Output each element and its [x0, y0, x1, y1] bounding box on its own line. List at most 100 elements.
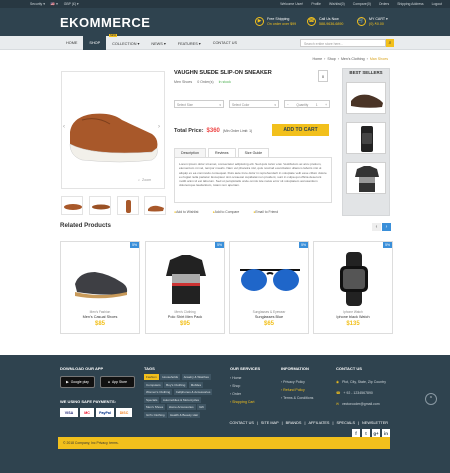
product-main-image[interactable]	[61, 71, 165, 189]
orders-link[interactable]: Orders	[379, 2, 389, 6]
twitter-icon[interactable]: t	[362, 429, 370, 437]
zoom-label: Zoom	[142, 178, 152, 182]
best-seller-item[interactable]	[346, 162, 386, 194]
tag[interactable]: Men's Shoes	[144, 404, 166, 410]
link-contact-us[interactable]: CONTACT US	[230, 421, 254, 425]
tag[interactable]: Specials	[144, 396, 160, 403]
related-product-card[interactable]: 5% Men's Fashion Men's Casual Shoes $85	[60, 241, 140, 334]
breadcrumb-mens-clothing[interactable]: Men's Clothing	[341, 57, 365, 61]
footer-link-shop[interactable]: › Shop	[230, 384, 240, 388]
thumbnail-4[interactable]	[144, 196, 166, 215]
product-name[interactable]: Sunglasses Blue	[230, 315, 308, 319]
breadcrumb-shop[interactable]: Shop	[327, 57, 335, 61]
product-name[interactable]: Iphone black Watch	[314, 315, 392, 319]
compare-link[interactable]: Compare(0)	[353, 2, 371, 6]
tag[interactable]: Girl's Clothing	[144, 411, 167, 418]
best-sellers-title: BEST SELLERS	[349, 70, 383, 75]
tag[interactable]: Automobiles & Motorcycles	[160, 396, 202, 403]
phone-text: + 92 - 1234567890	[343, 391, 373, 395]
safe-payments-title: WE USING SAFE PAYMENTS:	[60, 399, 117, 404]
related-next-arrow[interactable]: ›	[382, 223, 391, 231]
footer-link-refund[interactable]: › Refund Policy	[281, 388, 305, 392]
tag[interactable]: Home Accessories	[166, 404, 196, 410]
nav-home[interactable]: HOME	[60, 36, 83, 50]
related-product-card[interactable]: 5% Sunglasses & Eyewear Sunglasses Blue …	[229, 241, 309, 334]
security-menu[interactable]: Security ▾	[30, 2, 45, 6]
footer-link-privacy[interactable]: › Privacy Policy	[281, 380, 305, 384]
nav-collection[interactable]: COLLECTION ▾	[106, 36, 145, 50]
shipping-address-link[interactable]: Shipping Address	[397, 2, 423, 6]
thumbnail-1[interactable]	[61, 196, 83, 215]
wishlist-count[interactable]: 0	[318, 70, 328, 82]
address-text: Plot, City, State, Zip Country	[342, 380, 386, 384]
logout-link[interactable]: Logout	[432, 2, 442, 6]
product-name[interactable]: Polo Shirt Men Pack	[146, 315, 224, 319]
facebook-icon[interactable]: f	[352, 429, 360, 437]
search-icon[interactable]: ⌕	[386, 39, 394, 47]
link-brands[interactable]: BRANDS	[286, 421, 302, 425]
thumbnail-shoe-image	[92, 204, 110, 210]
tag[interactable]: Jewelry & Watches	[181, 374, 211, 380]
email-friend-link[interactable]: Email to Friend	[253, 210, 278, 214]
tag[interactable]: Gift	[197, 404, 206, 410]
prev-image-arrow[interactable]: ‹	[63, 124, 65, 130]
google-plus-icon[interactable]: g+	[372, 429, 380, 437]
tag[interactable]: Mobiles	[188, 381, 204, 388]
wishlist-link[interactable]: Wishlist(0)	[329, 2, 345, 6]
thumbnail-2[interactable]	[89, 196, 111, 215]
nav-shop[interactable]: SHOP	[83, 36, 107, 50]
product-category: Men Shoes	[174, 80, 193, 84]
tag[interactable]: Computers	[144, 381, 163, 388]
search-input[interactable]: Search entire store here...	[300, 39, 386, 47]
best-seller-item[interactable]	[346, 122, 386, 154]
next-image-arrow[interactable]: ›	[158, 124, 160, 130]
linkedin-icon[interactable]: in	[382, 429, 390, 437]
logo[interactable]: EKOMMERCE	[60, 15, 150, 30]
link-specials[interactable]: SPECIALS	[336, 421, 355, 425]
currency-menu[interactable]: GBP (£) ▾	[64, 2, 79, 6]
footer-link-home[interactable]: › Home	[230, 376, 241, 380]
add-to-cart-button[interactable]: ADD TO CART	[272, 124, 329, 136]
nav-contact[interactable]: CONTACT US	[207, 36, 243, 50]
best-seller-item[interactable]	[346, 82, 386, 114]
discount-badge: 5%	[215, 242, 224, 248]
related-product-card[interactable]: 5% Iphone Watch Iphone black Watch $135	[313, 241, 393, 334]
color-select[interactable]: Select Color ▾	[229, 100, 279, 108]
link-newsletter[interactable]: NEWSLETTER	[362, 421, 388, 425]
cart-button[interactable]: 🛒 MY CART ▾ (0)-₹0.00	[357, 17, 388, 27]
thumbnail-3[interactable]	[117, 196, 139, 215]
add-to-wishlist-link[interactable]: Add to Wishlist	[174, 210, 198, 214]
add-to-compare-link[interactable]: Add to Compare	[213, 210, 240, 214]
tag[interactable]: Cellphones & Accessories	[173, 389, 213, 395]
tag[interactable]: Health & Beauty Hair	[168, 411, 201, 418]
quantity-stepper[interactable]: − Quantity 1 +	[284, 100, 330, 108]
footer-link-cart[interactable]: › Shopping Cart	[230, 400, 255, 404]
shipping-subtitle: On order over $99	[267, 21, 297, 26]
related-product-card[interactable]: 5% Men's Clothing Polo Shirt Men Pack $9…	[145, 241, 225, 334]
breadcrumb-home[interactable]: Home	[313, 57, 323, 61]
nav-news[interactable]: NEWS ▾	[145, 36, 171, 50]
stock-status: In stock	[218, 80, 231, 84]
tag[interactable]: Boy's Clothing	[164, 381, 188, 388]
contact-email[interactable]: ✉ vectorcoder@gmail.com	[336, 402, 380, 406]
google-play-button[interactable]: ▶ Google play	[60, 376, 95, 388]
product-name[interactable]: Men's Casual Shoes	[61, 315, 139, 319]
size-select[interactable]: Select Size ▾	[174, 100, 224, 108]
zoom-control[interactable]: ⌕ Zoom	[138, 178, 151, 182]
language-menu[interactable]: 🇺🇸 ▾	[51, 2, 58, 6]
back-to-top-button[interactable]: ⌃	[425, 393, 437, 405]
call-us-info: ☎ Call Us Now 588-9636-6890	[307, 17, 343, 27]
footer-link-terms[interactable]: › Terms & Conditions	[281, 396, 313, 400]
information-title: INFORMATION	[281, 366, 309, 371]
tag[interactable]: Women's Clothing	[144, 389, 173, 395]
link-affiliates[interactable]: AFFILIATES	[308, 421, 329, 425]
related-prev-arrow[interactable]: ‹	[372, 223, 381, 231]
footer-link-order[interactable]: › Order	[230, 392, 241, 396]
tag[interactable]: Households	[160, 374, 181, 380]
tag[interactable]: Fashion	[144, 374, 159, 380]
app-store-button[interactable]: ● App Store	[100, 376, 135, 388]
nav-features[interactable]: FEATURES ▾	[172, 36, 207, 50]
link-site-map[interactable]: SITE MAP	[261, 421, 279, 425]
shoe-image	[75, 272, 128, 299]
profile-link[interactable]: Profile	[311, 2, 321, 6]
